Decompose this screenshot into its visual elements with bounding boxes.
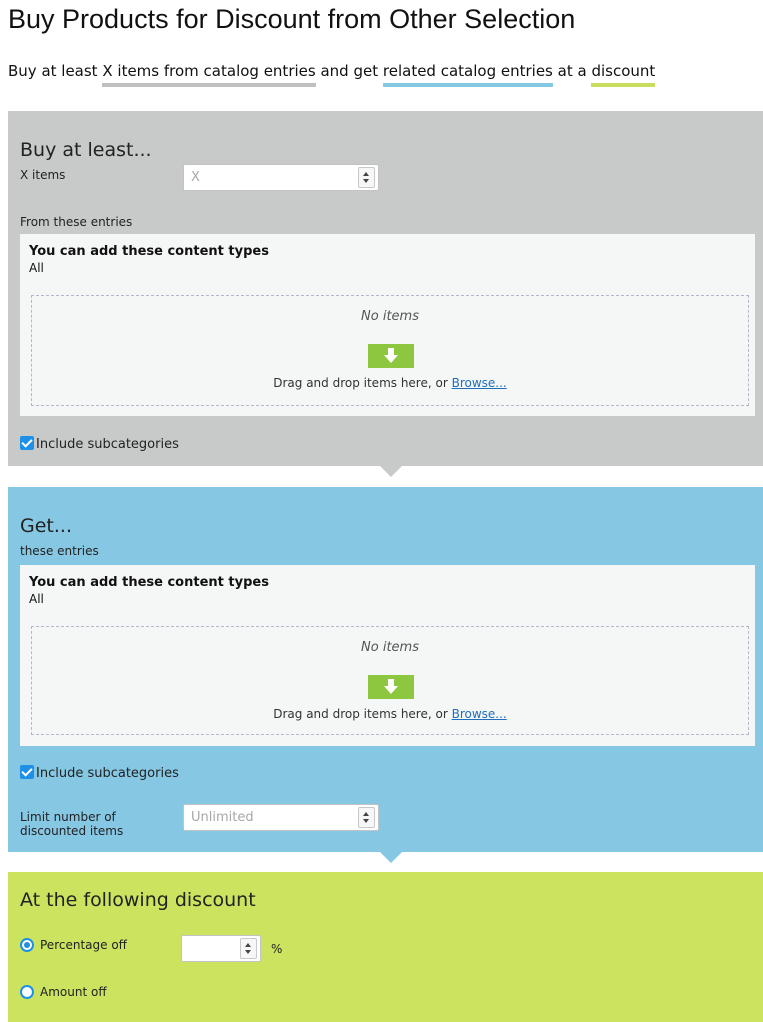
drop-hint: Drag and drop items here, or Browse... xyxy=(32,376,748,390)
entries-label: these entries xyxy=(20,544,99,558)
promotion-summary: Buy at least X items from catalog entrie… xyxy=(8,62,656,87)
limit-stepper[interactable] xyxy=(358,807,375,828)
chevron-up-icon[interactable] xyxy=(363,812,369,816)
discount-section-heading: At the following discount xyxy=(20,889,256,911)
amount-off-option[interactable]: Amount off xyxy=(20,985,107,999)
promotion-editor: Buy Products for Discount from Other Sel… xyxy=(0,0,763,1022)
x-items-stepper[interactable] xyxy=(358,167,375,188)
x-items-label: X items xyxy=(20,168,66,182)
content-types-value: All xyxy=(29,592,44,606)
get-section: Get... these entries You can add these c… xyxy=(8,487,763,852)
summary-x-items-link[interactable]: X items from catalog entries xyxy=(102,62,316,87)
limit-discounted-label: Limit number of discounted items xyxy=(20,810,123,838)
percentage-spinner[interactable] xyxy=(181,935,261,962)
drop-hint-text: Drag and drop items here, or xyxy=(273,707,448,721)
browse-link[interactable]: Browse... xyxy=(452,707,507,721)
from-entries-label: From these entries xyxy=(20,215,133,229)
buy-content-area: You can add these content types All No i… xyxy=(20,234,755,416)
chevron-down-icon[interactable] xyxy=(363,179,369,183)
empty-text: No items xyxy=(361,640,419,655)
drop-arrow-icon xyxy=(368,344,414,368)
browse-link[interactable]: Browse... xyxy=(452,376,507,390)
get-include-subcategories[interactable]: Include subcategories xyxy=(20,765,179,781)
summary-middle: and get xyxy=(320,62,379,80)
limit-label-line1: Limit number of xyxy=(20,810,116,824)
percentage-stepper[interactable] xyxy=(240,938,257,959)
chevron-up-icon[interactable] xyxy=(363,172,369,176)
percentage-off-label: Percentage off xyxy=(40,938,127,952)
content-types-title: You can add these content types xyxy=(29,244,269,259)
buy-dropzone[interactable]: No items Drag and drop items here, or Br… xyxy=(31,295,749,406)
content-types-title: You can add these content types xyxy=(29,575,269,590)
buy-section-heading: Buy at least... xyxy=(20,139,152,161)
summary-prefix: Buy at least xyxy=(8,62,98,80)
get-section-heading: Get... xyxy=(20,515,72,537)
chevron-down-icon[interactable] xyxy=(245,950,251,954)
checkbox-checked-icon[interactable] xyxy=(20,436,34,450)
empty-text: No items xyxy=(361,309,419,324)
discount-section: At the following discount Percentage off… xyxy=(8,872,763,1022)
limit-spinner[interactable]: Unlimited xyxy=(183,804,379,831)
x-items-spinner[interactable]: X xyxy=(183,164,379,191)
include-subcategories-label: Include subcategories xyxy=(36,766,179,781)
buy-include-subcategories[interactable]: Include subcategories xyxy=(20,436,179,452)
get-content-area: You can add these content types All No i… xyxy=(20,565,755,746)
buy-section: Buy at least... X items X From these ent… xyxy=(8,111,763,466)
limit-label-line2: discounted items xyxy=(20,824,124,838)
get-dropzone[interactable]: No items Drag and drop items here, or Br… xyxy=(31,626,749,735)
drop-arrow-icon xyxy=(368,675,414,699)
buy-section-pointer xyxy=(380,466,402,477)
drop-hint: Drag and drop items here, or Browse... xyxy=(32,707,748,721)
content-types-value: All xyxy=(29,261,44,275)
drop-hint-text: Drag and drop items here, or xyxy=(273,376,448,390)
summary-at-a: at a xyxy=(557,62,587,80)
checkbox-checked-icon[interactable] xyxy=(20,765,34,779)
amount-off-label: Amount off xyxy=(40,985,107,999)
percent-unit: % xyxy=(271,942,283,956)
include-subcategories-label: Include subcategories xyxy=(36,437,179,452)
chevron-up-icon[interactable] xyxy=(245,943,251,947)
percentage-off-option[interactable]: Percentage off xyxy=(20,938,127,952)
x-items-placeholder: X xyxy=(191,170,200,185)
summary-related-link[interactable]: related catalog entries xyxy=(382,62,553,87)
page-title: Buy Products for Discount from Other Sel… xyxy=(8,4,576,34)
limit-placeholder: Unlimited xyxy=(191,810,254,825)
chevron-down-icon[interactable] xyxy=(363,819,369,823)
summary-discount-link[interactable]: discount xyxy=(591,62,656,87)
radio-selected-icon[interactable] xyxy=(20,938,34,952)
get-section-pointer xyxy=(380,852,402,863)
radio-unselected-icon[interactable] xyxy=(20,985,34,999)
